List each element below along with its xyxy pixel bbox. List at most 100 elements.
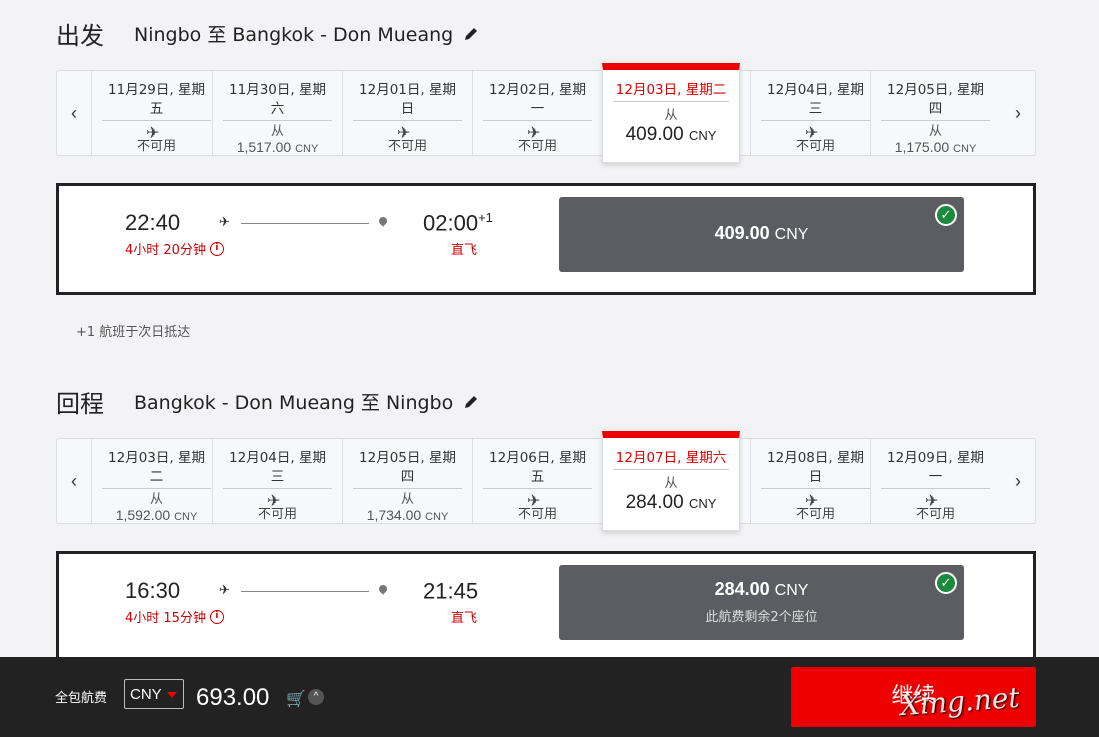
price-currency: CNY [425, 511, 449, 523]
weekday-text: 三 [808, 101, 823, 117]
date-option[interactable]: 12月08日, 星期日 ✈ 不可用 [750, 439, 880, 523]
route-line [241, 591, 369, 592]
inbound-header: 回程 Bangkok - Don Mueang 至 Ningbo [56, 384, 479, 419]
unavailable: ✈ 不可用 [751, 121, 880, 154]
direct-flight-label: 直飞 [451, 611, 478, 626]
date-option[interactable]: 11月29日, 星期五 ✈ 不可用 [91, 71, 221, 155]
date-price: 1,592.00 CNY [92, 508, 221, 524]
info-icon[interactable]: i [209, 241, 224, 256]
date-label: 12月04日, 星期三 [761, 81, 870, 121]
outbound-route[interactable]: Ningbo 至 Bangkok - Don Mueang [134, 20, 453, 47]
from-label: 从 [270, 124, 284, 139]
unavailable-text: 不可用 [517, 139, 557, 154]
date-text: 12月08日, 星期 [767, 450, 864, 466]
duration-text: 4小时 20分钟 [125, 243, 206, 258]
weekday-text: 二 [149, 469, 164, 485]
price-amount: 1,175.00 [894, 139, 950, 155]
date-label: 11月30日, 星期六 [223, 81, 332, 121]
date-text: 12月05日, 星期 [887, 82, 984, 98]
unavailable: ✈ 不可用 [92, 121, 221, 154]
date-label: 12月03日, 星期二 [102, 449, 211, 489]
price-amount: 409.00 [625, 124, 684, 145]
from-label: 从 [928, 124, 942, 139]
date-option[interactable]: 12月04日, 星期三 ✈ 不可用 [750, 71, 880, 155]
inbound-label: 回程 [56, 390, 104, 418]
date-option[interactable]: 12月04日, 星期三 ✈ 不可用 [212, 439, 342, 523]
weekday-text: 一 [530, 101, 545, 117]
date-option[interactable]: 12月03日, 星期二从 409.00 CNY [602, 63, 740, 163]
fare-currency: CNY [774, 582, 809, 599]
unavailable-text: 不可用 [795, 139, 835, 154]
date-option[interactable]: 12月01日, 星期日 ✈ 不可用 [342, 71, 472, 155]
date-option[interactable]: 12月03日, 星期二从 1,592.00 CNY [91, 439, 221, 523]
price-amount: 1,734.00 [366, 507, 422, 523]
inbound-route[interactable]: Bangkok - Don Mueang 至 Ningbo [134, 388, 453, 415]
date-option[interactable]: 12月02日, 星期一 ✈ 不可用 [472, 71, 602, 155]
arrival-time: 02:00+1 [423, 210, 493, 236]
weekday-text: 四 [928, 101, 943, 117]
from-label: 从 [400, 492, 414, 507]
unavailable: ✈ 不可用 [871, 489, 1000, 522]
price-currency: CNY [688, 128, 717, 143]
date-label: 12月03日, 星期二 [613, 81, 729, 102]
fare-price: 284.00 CNY [559, 579, 964, 600]
date-price: 1,175.00 CNY [871, 140, 1000, 156]
chevron-right-icon[interactable]: › [1001, 71, 1035, 155]
route-line [241, 223, 369, 224]
cart-icon[interactable]: 🛒 [286, 689, 306, 709]
weekday-text: 三 [270, 469, 285, 485]
inbound-flight-card[interactable]: 16:30 4小时 15分钟 i ✈ 21:45 直飞 284.00 CNY 此航… [56, 551, 1036, 663]
date-text: 12月04日, 星期 [767, 82, 864, 98]
date-option[interactable]: 12月05日, 星期四从 1,175.00 CNY [870, 71, 1000, 155]
chevron-up-icon[interactable]: ^ [308, 689, 324, 705]
date-label: 12月05日, 星期四 [353, 449, 462, 489]
date-option[interactable]: 11月30日, 星期六从 1,517.00 CNY [212, 71, 342, 155]
from-label: 从 [664, 108, 678, 123]
fare-price-button[interactable]: 284.00 CNY 此航费剩余2个座位 [559, 565, 964, 640]
outbound-header: 出发 Ningbo 至 Bangkok - Don Mueang [56, 16, 479, 51]
unavailable-text: 不可用 [517, 507, 557, 522]
date-label: 12月09日, 星期一 [881, 449, 990, 489]
date-option[interactable]: 12月07日, 星期六从 284.00 CNY [602, 431, 740, 531]
date-text: 11月30日, 星期 [229, 82, 326, 98]
date-price: 409.00 CNY [603, 124, 739, 147]
date-option[interactable]: 12月05日, 星期四从 1,734.00 CNY [342, 439, 472, 523]
direct-flight-label: 直飞 [451, 243, 478, 258]
total-label: 全包航费 [55, 691, 108, 706]
unavailable: ✈ 不可用 [343, 121, 472, 154]
price-currency: CNY [688, 496, 717, 511]
fare-currency: CNY [774, 226, 809, 243]
date-text: 12月05日, 星期 [359, 450, 456, 466]
pencil-icon[interactable] [463, 394, 479, 410]
date-text: 12月03日, 星期 [108, 450, 205, 466]
next-day-note: +1 航班于次日抵达 [76, 325, 191, 340]
unavailable: ✈ 不可用 [213, 489, 342, 522]
date-option[interactable]: 12月09日, 星期一 ✈ 不可用 [870, 439, 1000, 523]
price-amount: 1,517.00 [236, 139, 292, 155]
inbound-date-strip: ‹ › 12月03日, 星期二从 1,592.00 CNY 12月04日, 星期三 ✈… [56, 431, 1036, 531]
price-amount: 284.00 [625, 492, 684, 513]
date-price: 1,734.00 CNY [343, 508, 472, 524]
fare-amount: 409.00 [714, 223, 770, 243]
currency-select[interactable]: CNY [124, 679, 184, 709]
date-option[interactable]: 12月06日, 星期五 ✈ 不可用 [472, 439, 602, 523]
date-label: 11月29日, 星期五 [102, 81, 211, 121]
price-currency: CNY [295, 143, 319, 155]
date-text: 12月07日, 星期六 [615, 450, 727, 466]
fare-price-button[interactable]: 409.00 CNY [559, 197, 964, 272]
weekday-text: 五 [149, 101, 164, 117]
outbound-flight-card[interactable]: 22:40 4小时 20分钟 i ✈ 02:00+1 直飞 409.00 CNY … [56, 183, 1036, 295]
weekday-text: 日 [400, 101, 415, 117]
duration: 4小时 20分钟 i [125, 239, 224, 258]
weekday-text: 一 [928, 469, 943, 485]
check-icon: ✓ [935, 572, 957, 594]
chevron-right-icon[interactable]: › [1001, 439, 1035, 523]
caret-down-icon [167, 692, 177, 698]
location-pin-icon [377, 583, 389, 595]
seats-remaining: 此航费剩余2个座位 [705, 610, 818, 625]
price-amount: 1,592.00 [115, 507, 171, 523]
pencil-icon[interactable] [463, 26, 479, 42]
chevron-left-icon[interactable]: ‹ [57, 439, 91, 523]
info-icon[interactable]: i [209, 609, 224, 624]
chevron-left-icon[interactable]: ‹ [57, 71, 91, 155]
